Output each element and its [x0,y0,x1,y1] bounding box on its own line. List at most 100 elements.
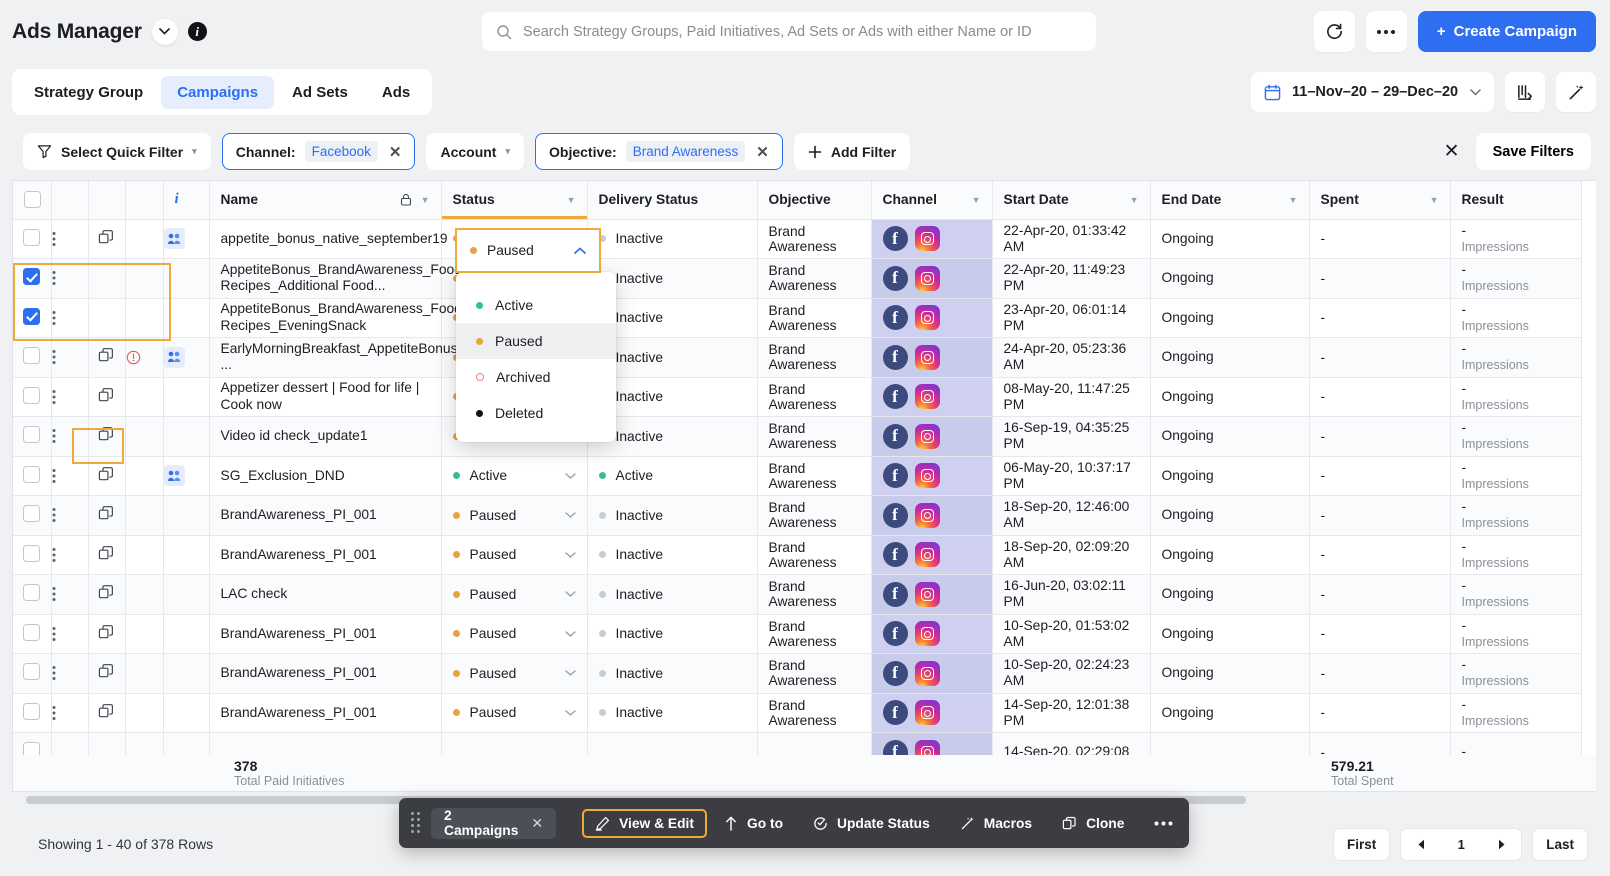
add-filter-button[interactable]: Add Filter [793,133,911,170]
create-campaign-button[interactable]: + Create Campaign [1417,11,1596,52]
status-option-active[interactable]: Active [456,287,616,323]
chevron-down-icon[interactable] [564,512,576,519]
clone-row-icon[interactable] [98,466,115,483]
tab-strategy-group[interactable]: Strategy Group [18,76,159,109]
drag-handle-icon[interactable] [411,812,421,834]
cell-check[interactable] [13,377,52,417]
campaign-name[interactable]: BrandAwareness_PI_001 [221,665,377,680]
cell-check[interactable] [13,456,52,496]
campaign-name[interactable]: appetite_bonus_native_september19 [221,231,448,246]
status-cell-open[interactable]: Paused [455,228,601,273]
tab-ad-sets[interactable]: Ad Sets [276,76,364,109]
row-checkbox[interactable] [23,386,41,404]
row-checkbox[interactable] [23,465,41,483]
row-checkbox[interactable] [23,544,41,562]
column-header-start[interactable]: Start Date ▼ [992,181,1151,220]
columns-icon[interactable] [1505,72,1545,112]
clone-row-icon[interactable] [98,703,115,720]
sort-caret-icon[interactable]: ▼ [567,195,576,205]
clone-button[interactable]: Clone [1049,809,1137,838]
clone-row-icon[interactable] [98,663,115,680]
chevron-down-icon[interactable] [151,18,178,45]
clone-row-icon[interactable] [98,505,115,522]
tab-campaigns[interactable]: Campaigns [161,75,275,109]
magic-wand-icon[interactable] [1556,72,1596,112]
row-menu-icon[interactable] [52,468,88,484]
pagination-current-page[interactable]: 1 [1441,829,1481,860]
filter-chip-channel[interactable]: Channel: Facebook ✕ [221,133,416,170]
table-row[interactable]: BrandAwareness_PI_001 Paused Inactive Brand… [13,535,1582,575]
tab-ads[interactable]: Ads [366,76,426,109]
filter-chip-account[interactable]: Account ▾ [426,133,524,170]
filter-chip-objective[interactable]: Objective: Brand Awareness ✕ [535,133,783,170]
cell-status[interactable]: Paused [441,614,588,654]
column-header-spent[interactable]: Spent ▼ [1309,181,1451,220]
status-option-paused[interactable]: Paused [456,323,616,359]
campaign-name[interactable]: BrandAwareness_PI_001 [221,547,377,562]
campaign-name[interactable]: LAC check [221,586,288,601]
column-header-group[interactable]: i [163,181,210,220]
clone-row-icon[interactable] [98,426,115,443]
info-icon[interactable]: i [187,22,207,41]
status-dropdown-menu[interactable]: Active Paused Archived Deleted [456,272,616,442]
refresh-icon[interactable] [1313,11,1355,52]
cell-check[interactable] [13,337,52,378]
cell-name[interactable]: BrandAwareness_PI_001 [209,495,442,536]
pagination-first[interactable]: First [1332,828,1391,861]
column-header-warn[interactable] [125,181,164,220]
column-header-status[interactable]: Status ▼ [441,181,588,220]
cell-name[interactable]: Appetizer dessert | Food for life | Cook… [209,377,442,417]
strategy-group-icon[interactable] [163,465,185,487]
table-row[interactable]: Video id check_update1PausedInactiveBran… [13,416,1582,457]
cell-name[interactable]: SG_Exclusion_DND [209,456,442,496]
column-header-result[interactable]: Result [1450,181,1582,220]
table-row[interactable]: BrandAwareness_PI_001 Paused Inactive Brand… [13,495,1582,536]
save-filters-button[interactable]: Save Filters [1475,133,1591,170]
row-menu-icon[interactable] [52,310,88,326]
search-bar[interactable] [482,12,1096,51]
cell-status[interactable]: Paused [441,653,588,694]
row-checkbox[interactable] [23,347,41,365]
view-and-edit-button[interactable]: View & Edit [582,808,707,838]
cell-status[interactable]: Paused [441,535,588,575]
cell-check[interactable] [13,535,52,575]
row-menu-icon[interactable] [52,626,88,642]
campaign-name[interactable]: BrandAwareness_PI_001 [221,705,377,720]
cell-name[interactable]: AppetiteBonus_BrandAwareness_Food Recipe… [209,298,462,338]
table-row[interactable]: BrandAwareness_PI_001 Paused Inactive Brand… [13,653,1582,694]
row-menu-icon[interactable] [52,389,88,405]
row-menu-icon[interactable] [52,349,88,365]
row-checkbox[interactable] [23,742,41,755]
cell-name[interactable]: BrandAwareness_PI_001 [209,693,442,733]
cell-status[interactable]: Paused [441,574,588,615]
table-row[interactable]: BrandAwareness_PI_001 Paused Inactive Brand… [13,693,1582,733]
campaign-name[interactable]: SG_Exclusion_DND [221,468,345,483]
clone-row-icon[interactable] [98,229,115,246]
cell-check[interactable] [13,653,52,694]
close-icon[interactable]: ✕ [754,143,769,161]
table-row[interactable]: EarlyMorningBreakfast_AppetiteBonus_Bran… [13,337,1582,378]
sort-caret-icon[interactable]: ▼ [1130,195,1139,205]
cell-name[interactable]: EarlyMorningBreakfast_AppetiteBonus_Bran… [209,337,609,378]
chevron-up-icon[interactable] [574,247,586,254]
sort-caret-icon[interactable]: ▼ [972,195,981,205]
table-row[interactable]: SG_Exclusion_DND Active Active Brand Awaren… [13,456,1582,496]
clone-row-icon[interactable] [98,624,115,641]
row-checkbox[interactable] [23,505,41,523]
cell-check[interactable] [13,732,52,755]
cell-check[interactable] [13,693,52,733]
cell-name[interactable]: LAC check [209,574,442,615]
cell-name[interactable]: BrandAwareness_PI_001 [209,614,442,654]
campaign-name[interactable]: AppetiteBonus_BrandAwareness_Food Recipe… [221,262,462,294]
strategy-group-icon[interactable] [163,228,185,250]
close-icon[interactable]: ✕ [387,143,402,161]
column-header-end[interactable]: End Date ▼ [1150,181,1310,220]
cell-status[interactable] [441,732,588,755]
chevron-down-icon[interactable] [564,591,576,598]
close-icon[interactable]: ✕ [531,815,543,832]
table-row[interactable]: AppetiteBonus_BrandAwareness_Food Recipe… [13,258,1582,299]
pagination-prev[interactable] [1401,829,1441,860]
clone-row-icon[interactable] [98,545,115,562]
cell-name[interactable]: AppetiteBonus_BrandAwareness_Food Recipe… [209,258,462,299]
row-checkbox[interactable] [23,623,41,641]
